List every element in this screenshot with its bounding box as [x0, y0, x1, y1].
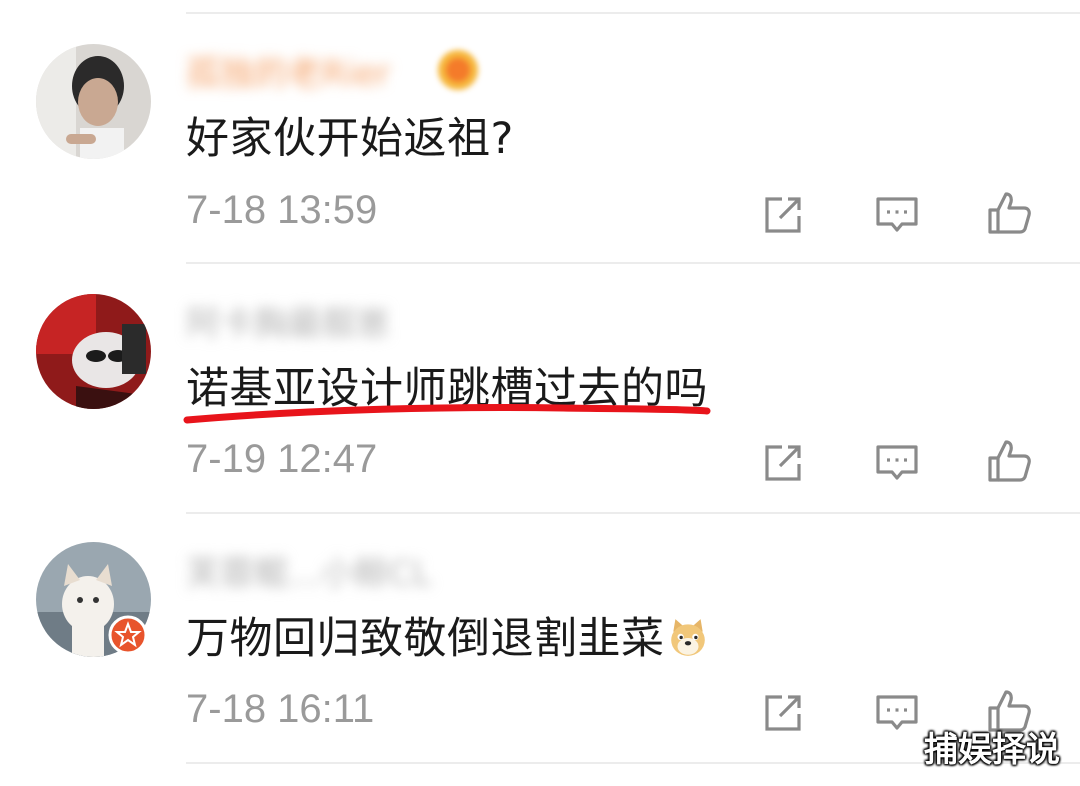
verified-badge-icon — [108, 615, 148, 655]
avatar[interactable] — [36, 44, 151, 159]
share-button[interactable] — [760, 690, 806, 736]
like-icon — [988, 440, 1031, 482]
watermark: 捕娱择说 — [924, 730, 1060, 770]
avatar[interactable] — [36, 294, 151, 409]
doge-emoji-icon — [670, 619, 705, 656]
comment-text: 好家伙开始返祖? — [186, 114, 514, 164]
comment-divider — [186, 512, 1080, 514]
username[interactable]: 芙蓉鲲...小鲸CL — [186, 546, 431, 595]
comment-icon — [876, 197, 918, 232]
share-button[interactable] — [760, 192, 806, 238]
like-button[interactable] — [986, 438, 1032, 484]
timestamp: 7-19 12:47 — [186, 437, 378, 481]
comment-text: 万物回归致敬倒退割韭菜 — [186, 604, 709, 666]
reply-button[interactable] — [874, 192, 920, 238]
share-icon — [765, 197, 801, 233]
top-divider — [186, 12, 1080, 14]
username[interactable]: 阿卡胸最靓崽 — [186, 296, 390, 345]
red-underline-annotation — [183, 404, 711, 424]
comment-icon — [876, 695, 918, 730]
comment-icon — [876, 445, 918, 480]
comment-divider — [186, 262, 1080, 264]
share-button[interactable] — [760, 440, 806, 486]
vip-badge-icon — [438, 50, 478, 90]
share-icon — [765, 695, 801, 731]
timestamp: 7-18 13:59 — [186, 188, 378, 232]
username[interactable]: 孤独的老Rier — [186, 46, 390, 95]
comment-text-body: 万物回归致敬倒退割韭菜 — [186, 614, 665, 664]
like-button[interactable] — [986, 190, 1032, 236]
timestamp: 7-18 16:11 — [186, 687, 375, 731]
share-icon — [765, 445, 801, 481]
reply-button[interactable] — [874, 690, 920, 736]
like-icon — [988, 192, 1031, 234]
reply-button[interactable] — [874, 440, 920, 486]
